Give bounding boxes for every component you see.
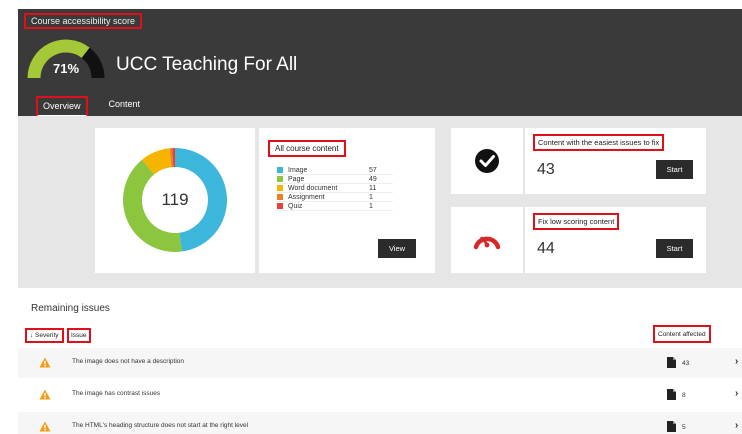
legend-swatch — [277, 176, 283, 182]
issue-row[interactable]: The image does not have a description 43… — [18, 348, 742, 378]
content-donut-card: 119 — [95, 128, 255, 273]
legend-item-quiz: Quiz 1 — [277, 202, 393, 211]
legend-value: 1 — [369, 202, 373, 210]
legend-label: Quiz — [288, 202, 303, 210]
legend-item-page: Page 49 — [277, 175, 393, 184]
legend-item-assignment: Assignment 1 — [277, 193, 393, 202]
legend-label: Assignment — [288, 193, 325, 201]
legend-label: Page — [288, 175, 305, 183]
legend-value: 11 — [369, 184, 377, 192]
legend-swatch — [277, 185, 283, 191]
content-total: 119 — [161, 190, 189, 209]
sort-severity-button[interactable]: ↓ Severity — [25, 328, 64, 343]
easy-issues-card: Content with the easiest issues to fix 4… — [525, 128, 706, 194]
course-header: Course accessibility score 71% UCC Teach… — [18, 9, 742, 118]
issue-affected-count: 8 — [682, 392, 686, 399]
easy-issues-count: 43 — [537, 161, 555, 178]
legend-item-image: Image 57 — [277, 166, 393, 175]
low-scoring-icon-card — [451, 207, 523, 273]
legend-value: 49 — [369, 175, 377, 183]
legend-item-word-document: Word document 11 — [277, 184, 393, 193]
checkmark-circle-icon — [475, 149, 499, 173]
warning-icon — [39, 389, 51, 400]
score-label: Course accessibility score — [24, 13, 143, 29]
chevron-right-icon[interactable]: › — [735, 356, 738, 367]
issue-row[interactable]: The HTML's heading structure does not st… — [18, 412, 742, 434]
issues-column-header: ↓ Severity Issue Content affected — [18, 325, 742, 343]
issue-list: The image does not have a description 43… — [18, 348, 742, 434]
issue-row[interactable]: The image has contrast issues 8 › — [18, 380, 742, 410]
document-icon — [667, 357, 676, 368]
issue-column-header: Issue — [67, 328, 91, 343]
warning-icon — [39, 357, 51, 368]
document-icon — [667, 389, 676, 400]
score-percentage: 71% — [53, 61, 80, 76]
low-scoring-count: 44 — [537, 240, 555, 257]
issue-description: The image has contrast issues — [72, 390, 161, 397]
start-easy-issues-button[interactable]: Start — [656, 160, 693, 179]
content-affected-header: Content affected — [653, 325, 711, 343]
warning-icon — [39, 421, 51, 432]
legend-swatch — [277, 167, 283, 173]
document-icon — [667, 421, 676, 432]
easy-issues-title: Content with the easiest issues to fix — [533, 134, 665, 151]
low-scoring-title: Fix low scoring content — [533, 213, 620, 230]
legend-swatch — [277, 203, 283, 209]
issue-affected-count: 5 — [682, 424, 686, 431]
remaining-issues-title: Remaining issues — [31, 303, 110, 314]
issue-description: The image does not have a description — [72, 358, 185, 365]
content-legend: Image 57 Page 49 Word document 11 Assign… — [277, 166, 393, 211]
legend-label: Word document — [288, 184, 338, 192]
tab-bar: Overview Content — [36, 96, 161, 118]
legend-swatch — [277, 194, 283, 200]
issue-description: The HTML's heading structure does not st… — [72, 422, 249, 429]
easy-issues-icon-card — [451, 128, 523, 194]
tab-content[interactable]: Content — [104, 96, 146, 118]
view-button[interactable]: View — [378, 239, 416, 258]
chevron-right-icon[interactable]: › — [735, 420, 738, 431]
legend-value: 57 — [369, 166, 377, 174]
tab-overview[interactable]: Overview — [36, 96, 88, 118]
speedometer-icon — [473, 236, 501, 250]
legend-label: Image — [288, 166, 308, 174]
start-low-scoring-button[interactable]: Start — [656, 239, 693, 258]
issue-affected-count: 43 — [682, 360, 690, 367]
low-scoring-card: Fix low scoring content 44 Start — [525, 207, 706, 273]
all-content-title: All course content — [268, 140, 346, 157]
chevron-right-icon[interactable]: › — [735, 388, 738, 399]
all-content-card: All course content Image 57 Page 49 Word… — [259, 128, 435, 273]
course-title: UCC Teaching For All — [116, 54, 298, 75]
legend-value: 1 — [369, 193, 373, 201]
